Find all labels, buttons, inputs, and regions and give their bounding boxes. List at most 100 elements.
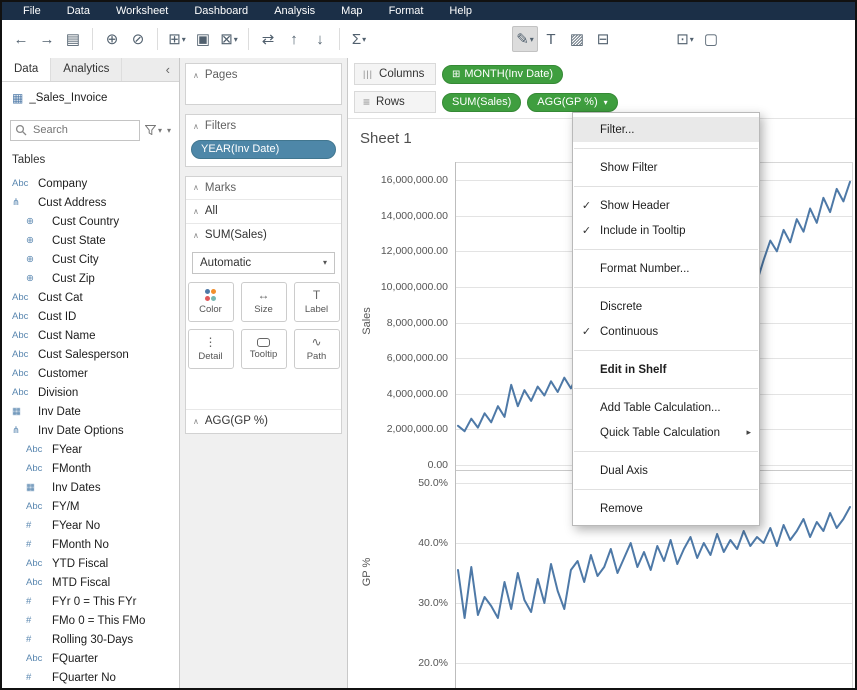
field-inv-dates[interactable]: ▦Inv Dates — [2, 478, 179, 497]
swap-rows-columns-button[interactable]: ⇄ — [255, 26, 281, 52]
size-mark-button[interactable]: ↔Size — [241, 282, 287, 322]
datasource-row[interactable]: _Sales_Invoice — [2, 82, 179, 114]
collapse-chevron-icon[interactable] — [193, 183, 199, 192]
field-inv-date[interactable]: ▦Inv Date — [2, 402, 179, 421]
field-options-button[interactable]: ▾ — [167, 126, 171, 135]
menu-data[interactable]: Data — [54, 2, 103, 20]
filters-card[interactable]: Filters YEAR(Inv Date) — [185, 114, 342, 167]
field-fmonth[interactable]: AbcFMonth — [2, 459, 179, 478]
marks-section-all[interactable]: All — [186, 199, 341, 223]
field-fyear[interactable]: AbcFYear — [2, 440, 179, 459]
field-label: Cust Address — [38, 197, 106, 209]
menu-worksheet[interactable]: Worksheet — [103, 2, 181, 20]
field-cust-city[interactable]: ⊕Cust City — [2, 250, 179, 269]
menu-item-show-filter[interactable]: Show Filter — [573, 155, 759, 180]
sort-descending-button[interactable]: ↓ — [307, 26, 333, 52]
dropdown-caret-icon: ▾ — [362, 35, 366, 44]
tab-data[interactable]: Data — [2, 58, 51, 81]
field-cust-name[interactable]: AbcCust Name — [2, 326, 179, 345]
mark-button-label: Tooltip — [250, 349, 277, 360]
show-me-button[interactable]: ▢ — [698, 26, 724, 52]
new-data-source-icon: ⊕ — [106, 30, 119, 48]
field-fy-m[interactable]: AbcFY/M — [2, 497, 179, 516]
new-worksheet-button[interactable]: ⊞▾ — [164, 26, 190, 52]
mark-type-dropdown[interactable]: Automatic — [192, 252, 335, 274]
field-cust-id[interactable]: AbcCust ID — [2, 307, 179, 326]
menu-item-discrete[interactable]: Discrete — [573, 294, 759, 319]
new-worksheet-icon: ⊞ — [168, 30, 181, 48]
clear-sheet-button[interactable]: ⊠▾ — [216, 26, 242, 52]
path-mark-button[interactable]: ∿Path — [294, 329, 340, 369]
borders-button[interactable]: ⊟ — [590, 26, 616, 52]
menu-item-dual-axis[interactable]: Dual Axis — [573, 458, 759, 483]
search-input[interactable] — [10, 120, 140, 141]
menu-separator — [574, 451, 758, 452]
field-fyear-no[interactable]: #FYear No — [2, 516, 179, 535]
field-cust-address[interactable]: ⋔Cust Address — [2, 193, 179, 212]
menu-map[interactable]: Map — [328, 2, 375, 20]
pill-year-inv-date[interactable]: YEAR(Inv Date) — [191, 140, 336, 159]
menu-dashboard[interactable]: Dashboard — [181, 2, 261, 20]
tab-analytics[interactable]: Analytics — [51, 58, 122, 81]
menu-item-add-table-calculation[interactable]: Add Table Calculation... — [573, 395, 759, 420]
menu-item-filter[interactable]: Filter... — [573, 117, 759, 142]
menu-item-continuous[interactable]: ✓Continuous — [573, 319, 759, 344]
menu-item-remove[interactable]: Remove — [573, 496, 759, 521]
check-icon: ✓ — [573, 224, 600, 237]
duplicate-sheet-button[interactable]: ▣ — [190, 26, 216, 52]
field-fquarter-no[interactable]: #FQuarter No — [2, 668, 179, 687]
collapse-chevron-icon[interactable] — [193, 122, 199, 131]
show-mark-labels-button[interactable]: T — [538, 26, 564, 52]
sales-tick-label: 6,000,000.00 — [348, 352, 448, 364]
field-label: MTD Fiscal — [52, 577, 110, 589]
field-division[interactable]: AbcDivision — [2, 383, 179, 402]
marks-section-agg-gp[interactable]: AGG(GP %) — [186, 409, 341, 433]
label-mark-button[interactable]: TLabel — [294, 282, 340, 322]
dropdown-caret-icon: ▾ — [182, 35, 186, 44]
menu-help[interactable]: Help — [436, 2, 485, 20]
field-inv-date-options[interactable]: ⋔Inv Date Options — [2, 421, 179, 440]
show-me-icon: ▢ — [704, 30, 718, 48]
menu-item-quick-table-calculation[interactable]: Quick Table Calculation▸ — [573, 420, 759, 445]
menu-item-edit-in-shelf[interactable]: Edit in Shelf — [573, 357, 759, 382]
field-fquarter[interactable]: AbcFQuarter — [2, 649, 179, 668]
save-button[interactable]: ▤ — [60, 26, 86, 52]
detail-mark-button[interactable]: ⋮Detail — [188, 329, 234, 369]
field-cust-country[interactable]: ⊕Cust Country — [2, 212, 179, 231]
new-data-source-button[interactable]: ⊕ — [99, 26, 125, 52]
fit-button[interactable]: ⊡▾ — [672, 26, 698, 52]
field-cust-cat[interactable]: AbcCust Cat — [2, 288, 179, 307]
field-cust-state[interactable]: ⊕Cust State — [2, 231, 179, 250]
menu-item-show-header[interactable]: ✓Show Header — [573, 193, 759, 218]
menu-item-include-in-tooltip[interactable]: ✓Include in Tooltip — [573, 218, 759, 243]
menu-file[interactable]: File — [10, 2, 54, 20]
menu-item-format-number[interactable]: Format Number... — [573, 256, 759, 281]
field-fyr-0-this-fyr[interactable]: #FYr 0 = This FYr — [2, 592, 179, 611]
color-mark-button[interactable]: Color — [188, 282, 234, 322]
menu-format[interactable]: Format — [376, 2, 437, 20]
format-button[interactable]: ▨ — [564, 26, 590, 52]
field-fmonth-no[interactable]: #FMonth No — [2, 535, 179, 554]
pause-auto-updates-button[interactable]: ⊘ — [125, 26, 151, 52]
undo-button[interactable]: ← — [8, 26, 34, 52]
collapse-chevron-icon[interactable] — [193, 71, 199, 80]
field-customer[interactable]: AbcCustomer — [2, 364, 179, 383]
swap-rows-columns-icon: ⇄ — [262, 30, 275, 48]
field-fmo-0-this-fmo[interactable]: #FMo 0 = This FMo — [2, 611, 179, 630]
sort-ascending-button[interactable]: ↑ — [281, 26, 307, 52]
totals-button[interactable]: Σ▾ — [346, 26, 372, 52]
field-cust-salesperson[interactable]: AbcCust Salesperson — [2, 345, 179, 364]
filter-fields-button[interactable]: ▾ — [145, 125, 162, 135]
marks-section-sum-sales[interactable]: SUM(Sales) — [186, 223, 341, 247]
highlight-button[interactable]: ✎▾ — [512, 26, 538, 52]
field-rolling-30-days[interactable]: #Rolling 30-Days — [2, 630, 179, 649]
field-company[interactable]: AbcCompany — [2, 174, 179, 193]
field-mtd-fiscal[interactable]: AbcMTD Fiscal — [2, 573, 179, 592]
field-cust-zip[interactable]: ⊕Cust Zip — [2, 269, 179, 288]
collapse-panel-icon[interactable] — [157, 58, 179, 81]
redo-button[interactable]: → — [34, 26, 60, 52]
menu-analysis[interactable]: Analysis — [261, 2, 328, 20]
pages-card[interactable]: Pages — [185, 63, 342, 105]
tooltip-mark-button[interactable]: Tooltip — [241, 329, 287, 369]
field-ytd-fiscal[interactable]: AbcYTD Fiscal — [2, 554, 179, 573]
